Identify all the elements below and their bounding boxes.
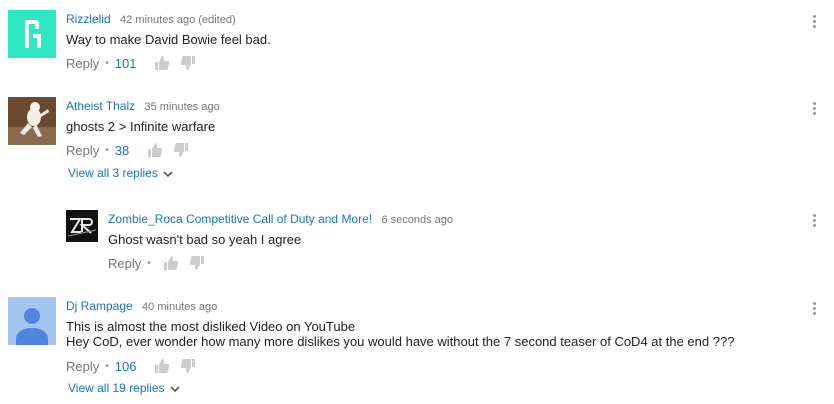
zr-logo-icon [66, 210, 98, 242]
separator-dot: • [105, 360, 109, 372]
comment-line: This is almost the most disliked Video o… [66, 319, 356, 334]
avatar[interactable] [66, 210, 98, 242]
comment-text: This is almost the most disliked Video o… [66, 319, 734, 349]
comment-text: Way to make David Bowie feel bad. [66, 32, 271, 47]
thumbs-up-icon[interactable] [163, 255, 179, 271]
timestamp[interactable]: 40 minutes ago [142, 301, 217, 313]
chevron-down-icon [163, 166, 173, 180]
comment-line: ghosts 2 > Infinite warfare [66, 119, 216, 134]
thumbs-down-icon[interactable] [189, 255, 205, 271]
comment-text: Ghost wasn't bad so yeah I agree [108, 232, 301, 247]
more-actions-icon[interactable] [813, 214, 817, 230]
author-name[interactable]: Atheist Thalz [66, 99, 135, 113]
more-actions-icon[interactable] [813, 15, 817, 31]
timestamp[interactable]: 6 seconds ago [381, 214, 453, 226]
separator-dot: • [147, 257, 151, 269]
separator-dot: • [105, 144, 109, 156]
like-count: 38 [114, 142, 130, 158]
avatar[interactable] [8, 10, 56, 58]
reply-button[interactable]: Reply [66, 143, 99, 158]
timestamp[interactable]: 42 minutes ago (edited) [120, 14, 236, 26]
reply-button[interactable]: Reply [66, 359, 99, 374]
chevron-down-icon [169, 381, 180, 395]
comment-text: ghosts 2 > Infinite warfare [66, 119, 215, 134]
view-replies-button[interactable]: View all 19 replies [68, 381, 180, 395]
like-count: 101 [114, 55, 137, 71]
author-name[interactable]: Rizzlelid [66, 12, 111, 26]
view-replies-label: View all 3 replies [68, 166, 158, 180]
default-user-avatar-icon [8, 297, 56, 345]
reply-button[interactable]: Reply [66, 56, 99, 71]
rizzlelid-logo-icon [8, 10, 56, 58]
comment-line: Ghost wasn't bad so yeah I agree [108, 232, 302, 247]
author-name[interactable]: Zombie_Roca Competitive Call of Duty and… [108, 212, 372, 226]
like-count: 106 [114, 358, 137, 374]
separator-dot: • [105, 57, 109, 69]
thumbs-down-icon[interactable] [173, 142, 189, 158]
view-replies-button[interactable]: View all 3 replies [68, 166, 173, 180]
comment-line: Way to make David Bowie feel bad. [66, 32, 271, 47]
thumbs-up-icon[interactable] [147, 142, 163, 158]
timestamp[interactable]: 35 minutes ago [145, 101, 220, 113]
avatar[interactable] [8, 97, 56, 145]
more-actions-icon[interactable] [813, 102, 817, 118]
view-replies-label: View all 19 replies [68, 381, 165, 395]
thumbs-up-icon[interactable] [154, 55, 170, 71]
more-actions-icon[interactable] [813, 302, 817, 318]
reply-button[interactable]: Reply [108, 256, 141, 271]
thumbs-down-icon[interactable] [180, 358, 196, 374]
thumbs-up-icon[interactable] [154, 358, 170, 374]
avatar[interactable] [8, 297, 56, 345]
thumbs-down-icon[interactable] [180, 55, 196, 71]
author-name[interactable]: Dj Rampage [66, 299, 133, 313]
cat-statue-avatar-icon [8, 97, 56, 145]
comment-line: Hey CoD, ever wonder how many more disli… [66, 334, 735, 349]
